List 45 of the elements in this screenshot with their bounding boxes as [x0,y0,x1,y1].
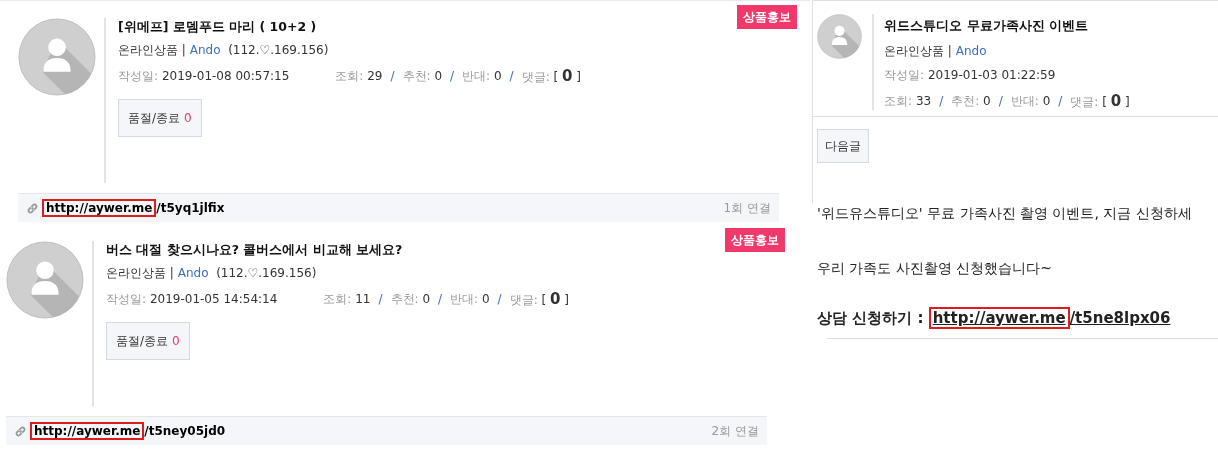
next-post-button[interactable]: 다음글 [817,129,869,163]
stat-text: 추천: 0 [951,92,991,110]
separator-slash: / [998,92,1003,110]
soldout-button[interactable]: 품절/종료 0 [106,322,190,361]
link-icon [26,201,39,215]
link-count: 1회 연결 [723,200,771,217]
comment-count: 댓글: [ 0 ] [521,65,581,87]
separator-slash: / [939,92,944,110]
post-meta: 온라인상품 | Ando (112.♡.169.156) [106,264,318,282]
post-meta: 온라인상품 | Ando (112.♡.169.156) [118,41,330,59]
stat-text: 추천: 0 [402,68,443,85]
separator-slash: / [378,291,383,308]
separator-slash: / [438,291,443,308]
link-icon [14,424,27,438]
comment-count: 댓글: [ 0 ] [509,288,569,310]
body-text: '위드유스튜디오' 무료 가족사진 촬영 이벤트, 지금 신청하세 [817,204,1193,223]
stat-text: 조회: 29 [335,68,383,85]
stat-text: 추천: 0 [390,291,431,308]
soldout-button[interactable]: 품절/종료 0 [118,99,202,138]
cta-text: 상담 신청하기 : http://aywer.me /t5ne8lpx06 [817,307,1172,330]
promo-badge: 상품홍보 [737,5,797,29]
post-title[interactable]: 위드스튜디오 무료가족사진 이벤트 [884,16,1130,36]
post-title[interactable]: [위메프] 로뎀푸드 마리 ( 10+2 ) [118,18,581,37]
separator-slash: / [497,291,502,308]
stat-text: 조회: 11 [323,291,371,308]
post-date: 작성일: 2019-01-05 14:54:14 [106,291,278,308]
post-meta: 온라인상품 | Ando [884,42,988,60]
avatar-icon [6,241,84,319]
stat-text: 반대: 0 [1010,92,1051,110]
stat-text: 반대: 0 [462,68,502,85]
stat-text: 반대: 0 [450,291,490,308]
post-title[interactable]: 버스 대절 찾으시나요? 콜버스에서 비교해 보세요? [106,241,569,260]
link-count: 2회 연결 [711,423,759,440]
separator-slash: / [509,68,514,85]
post-date: 작성일: 2019-01-08 00:57:15 [118,68,290,85]
separator-slash: / [450,68,455,85]
avatar-icon [18,18,96,96]
promo-badge: 상품홍보 [725,228,785,252]
avatar-icon [817,14,862,59]
stat-text: 조회: 33 [884,92,932,110]
separator-slash: / [390,68,395,85]
separator-slash: / [1058,92,1063,110]
body-text: 우리 가족도 사진촬영 신청했습니다~ [817,259,1054,278]
comment-count: 댓글: [ 0 ] [1070,90,1130,112]
post-date: 작성일: 2019-01-03 01:22:59 [884,66,1057,84]
